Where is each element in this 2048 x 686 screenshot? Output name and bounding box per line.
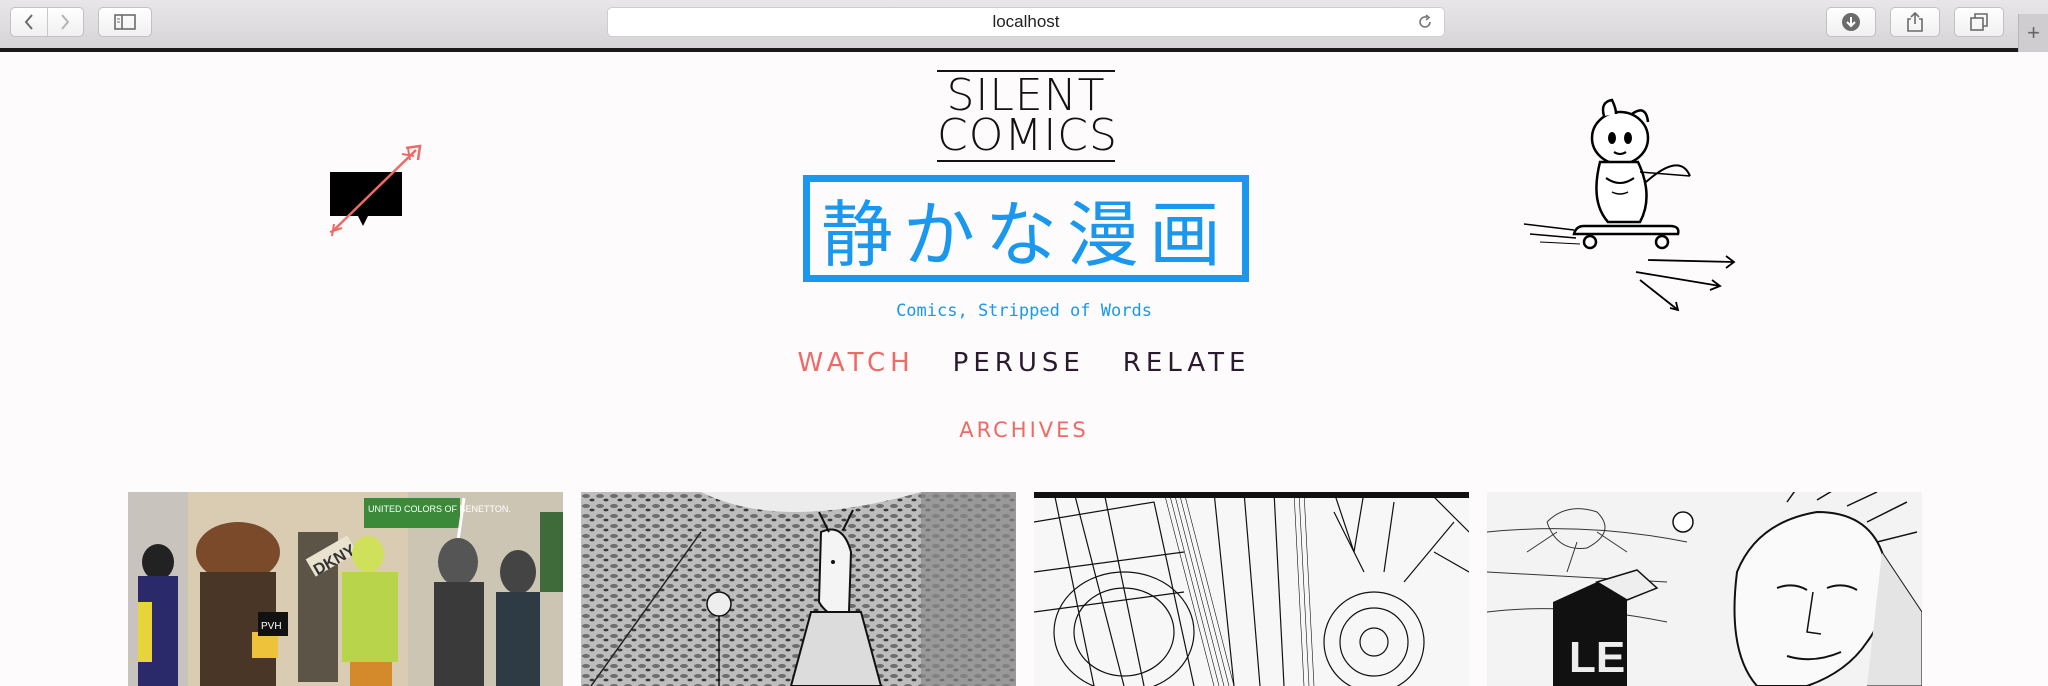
chevron-left-icon	[24, 14, 33, 30]
sidebar-icon	[114, 14, 136, 30]
forward-button[interactable]	[46, 8, 84, 36]
share-button[interactable]	[1890, 7, 1940, 37]
sign-pvh: PVH	[261, 621, 282, 632]
main-nav: WATCH PERUSE RELATE	[0, 348, 2048, 378]
share-icon	[1907, 11, 1923, 32]
portrait-sketch-image: LE	[1487, 492, 1922, 686]
address-bar[interactable]: localhost	[607, 7, 1445, 37]
site-tagline: Comics, Stripped of Words	[896, 301, 1152, 321]
logo-line2: COMICS	[937, 110, 1118, 161]
comic-thumbnail[interactable]	[1034, 492, 1469, 686]
japanese-logo: 静かな漫画	[803, 175, 1249, 282]
tabs-icon	[1970, 13, 1988, 31]
protest-scene-image: PVH DKNY UNITED COLORS OF BENETTON.	[128, 492, 563, 686]
japanese-logo-text: 静かな漫画	[820, 193, 1231, 277]
reload-button[interactable]	[1416, 13, 1434, 36]
new-tab-button[interactable]: +	[2018, 14, 2048, 52]
comic-thumbnail[interactable]: LE	[1487, 492, 1922, 686]
downloads-button[interactable]	[1826, 7, 1876, 37]
site-logo[interactable]: SILENT COMICS	[937, 70, 1118, 162]
chevron-right-icon	[61, 14, 70, 30]
comic-thumbnail[interactable]	[581, 492, 1016, 686]
comic-thumbnail[interactable]: PVH DKNY UNITED COLORS OF BENETTON.	[128, 492, 563, 686]
tabs-overview-button[interactable]	[1954, 7, 2004, 37]
nav-watch[interactable]: WATCH	[798, 348, 915, 378]
machinery-sketch-image	[1034, 492, 1469, 686]
sidebar-button[interactable]	[98, 7, 152, 37]
reload-icon	[1419, 14, 1431, 28]
history-nav	[10, 7, 84, 37]
sign-benetton: UNITED COLORS OF BENETTON.	[368, 504, 511, 514]
skateboard-character-icon	[1523, 98, 1736, 312]
speech-bubble-arrow-icon	[329, 144, 422, 237]
comic-gallery: PVH DKNY UNITED COLORS OF BENETTON. LE	[128, 492, 1922, 686]
plus-icon: +	[2027, 20, 2040, 45]
url-text: localhost	[992, 12, 1060, 31]
back-button[interactable]	[11, 8, 47, 36]
field-deer-image	[581, 492, 1016, 686]
nav-relate[interactable]: RELATE	[1123, 348, 1251, 378]
archives-link[interactable]: ARCHIVES	[0, 418, 2048, 442]
download-icon	[1842, 13, 1860, 31]
le-letters: LE	[1569, 633, 1625, 682]
page-content: SILENT COMICS 静かな漫画 Comics, Stripped of …	[0, 56, 2048, 686]
nav-peruse[interactable]: PERUSE	[953, 348, 1085, 378]
browser-toolbar: localhost +	[0, 0, 2048, 52]
